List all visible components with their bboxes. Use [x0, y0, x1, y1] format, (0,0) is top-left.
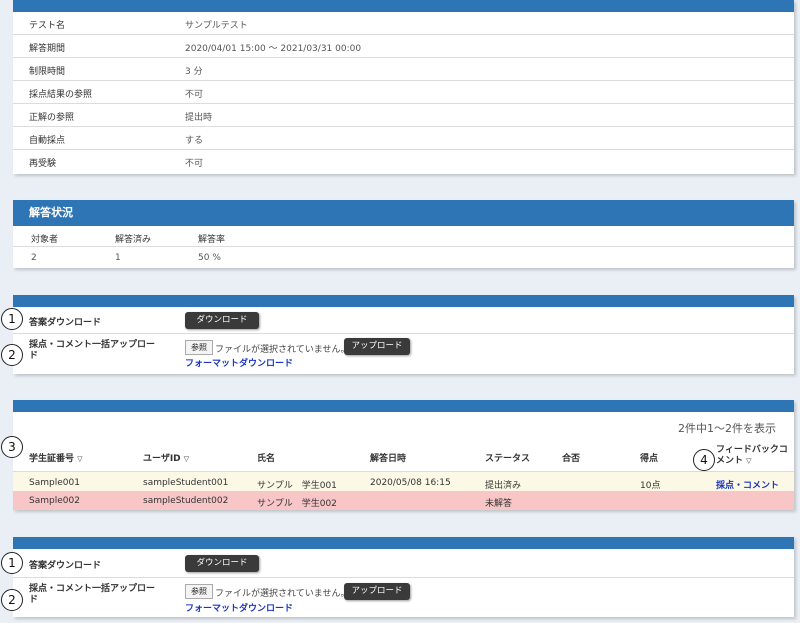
header-answer-rate: 解答率 — [198, 235, 226, 245]
actions-header-bar — [13, 537, 794, 549]
results-header-bar — [13, 400, 794, 412]
settings-label: 採点結果の参照 — [29, 90, 93, 100]
cell-name: サンプル 学生001 — [257, 481, 337, 491]
cell-score: 10点 — [640, 481, 661, 491]
settings-label: テスト名 — [29, 21, 66, 31]
settings-value: 提出時 — [185, 113, 213, 123]
settings-label: 正解の参照 — [29, 113, 75, 123]
marker-1: 1 — [1, 552, 23, 574]
answer-download-label: 答案ダウンロード — [29, 561, 102, 571]
column-answered-at: 解答日時 — [370, 454, 407, 464]
format-download-link[interactable]: フォーマットダウンロード — [185, 601, 293, 614]
download-button[interactable]: ダウンロード — [185, 312, 259, 329]
settings-row: 自動採点 する — [13, 127, 794, 150]
marker-1: 1 — [1, 308, 23, 330]
upload-button[interactable]: アップロード — [344, 338, 410, 355]
test-settings-panel: テスト名 サンプルテスト解答期間 2020/04/01 15:00 ～ 2021/0… — [13, 0, 794, 174]
browse-file-button[interactable]: 参照 — [185, 584, 213, 599]
column-pass-fail: 合否 — [562, 454, 581, 464]
bulk-upload-label: 採点・コメント一括アップロー ド — [29, 584, 156, 605]
value-answer-rate: 50 % — [198, 253, 221, 263]
grade-comment-link[interactable]: 採点・コメント — [716, 478, 779, 491]
settings-value: 不可 — [185, 90, 204, 100]
download-upload-panel-bottom: 答案ダウンロード ダウンロード 採点・コメント一括アップロー ド 参照 ファイル… — [13, 537, 794, 617]
cell-user-id: sampleStudent001 — [143, 478, 229, 488]
settings-row: 再受験 不可 — [13, 150, 794, 172]
settings-value: 不可 — [185, 159, 204, 169]
marker-4: 4 — [693, 449, 715, 471]
settings-row: テスト名 サンプルテスト — [13, 12, 794, 35]
upload-button[interactable]: アップロード — [344, 583, 410, 600]
marker-3: 3 — [1, 436, 23, 458]
settings-value: サンプルテスト — [185, 21, 248, 31]
download-upload-panel-top: 答案ダウンロード ダウンロード 採点・コメント一括アップロー ド 参照 ファイル… — [13, 295, 794, 374]
no-file-selected-text: ファイルが選択されていません。 — [215, 589, 350, 599]
no-file-selected-text: ファイルが選択されていません。 — [215, 345, 350, 355]
settings-label: 自動採点 — [29, 136, 66, 146]
column-feedback[interactable]: フィードバックコメント ▽ — [716, 445, 792, 467]
settings-row: 制限時間 3 分 — [13, 58, 794, 81]
cell-status: 未解答 — [485, 499, 513, 509]
settings-value: する — [185, 136, 204, 146]
cell-answered-at: 2020/05/08 16:15 — [370, 478, 451, 488]
value-target-count: 2 — [31, 253, 37, 263]
column-score: 得点 — [640, 454, 659, 464]
answer-status-panel: 解答状況 対象者 解答済み 解答率 2 1 50 % — [13, 200, 794, 268]
settings-header-bar — [13, 0, 794, 12]
cell-status: 提出済み — [485, 481, 522, 491]
results-table-header: 学生証番号 ▽ ユーザID ▽ 氏名 解答日時 ステータス 合否 得点 フィード… — [13, 440, 794, 470]
answer-status-title: 解答状況 — [13, 200, 794, 226]
browse-file-button[interactable]: 参照 — [185, 340, 213, 355]
header-answered-count: 解答済み — [115, 235, 152, 245]
actions-header-bar — [13, 295, 794, 307]
settings-row: 解答期間 2020/04/01 15:00 ～ 2021/03/31 00:00 — [13, 35, 794, 58]
sort-icon: ▽ — [183, 455, 190, 463]
cell-user-id: sampleStudent002 — [143, 496, 229, 506]
bulk-upload-label: 採点・コメント一括アップロー ド — [29, 340, 156, 361]
format-download-link[interactable]: フォーマットダウンロード — [185, 356, 293, 369]
settings-row: 採点結果の参照 不可 — [13, 81, 794, 104]
cell-student-id: Sample001 — [29, 478, 80, 488]
settings-row: 正解の参照 提出時 — [13, 104, 794, 127]
results-panel: 2件中1～2件を表示 学生証番号 ▽ ユーザID ▽ 氏名 解答日時 ステータス… — [13, 400, 794, 510]
value-answered-count: 1 — [115, 253, 121, 263]
column-name: 氏名 — [257, 454, 276, 464]
column-status: ステータス — [485, 454, 531, 464]
marker-2: 2 — [1, 589, 23, 611]
table-row: Sample001 sampleStudent001 サンプル 学生001 20… — [13, 471, 794, 492]
sort-icon: ▽ — [746, 457, 752, 465]
settings-value: 2020/04/01 15:00 ～ 2021/03/31 00:00 — [185, 44, 362, 54]
settings-value: 3 分 — [185, 67, 203, 77]
column-user-id[interactable]: ユーザID ▽ — [143, 451, 189, 464]
marker-2: 2 — [1, 344, 23, 366]
settings-label: 再受験 — [29, 159, 57, 169]
settings-label: 解答期間 — [29, 44, 66, 54]
table-row: Sample002 sampleStudent002 サンプル 学生002 未解… — [13, 491, 794, 510]
settings-label: 制限時間 — [29, 67, 66, 77]
cell-student-id: Sample002 — [29, 496, 80, 506]
result-count-text: 2件中1～2件を表示 — [678, 422, 776, 435]
sort-icon: ▽ — [77, 455, 83, 463]
download-button[interactable]: ダウンロード — [185, 555, 259, 572]
header-target-count: 対象者 — [31, 235, 59, 245]
answer-download-label: 答案ダウンロード — [29, 318, 102, 328]
cell-name: サンプル 学生002 — [257, 499, 337, 509]
column-student-id[interactable]: 学生証番号 ▽ — [29, 451, 83, 464]
